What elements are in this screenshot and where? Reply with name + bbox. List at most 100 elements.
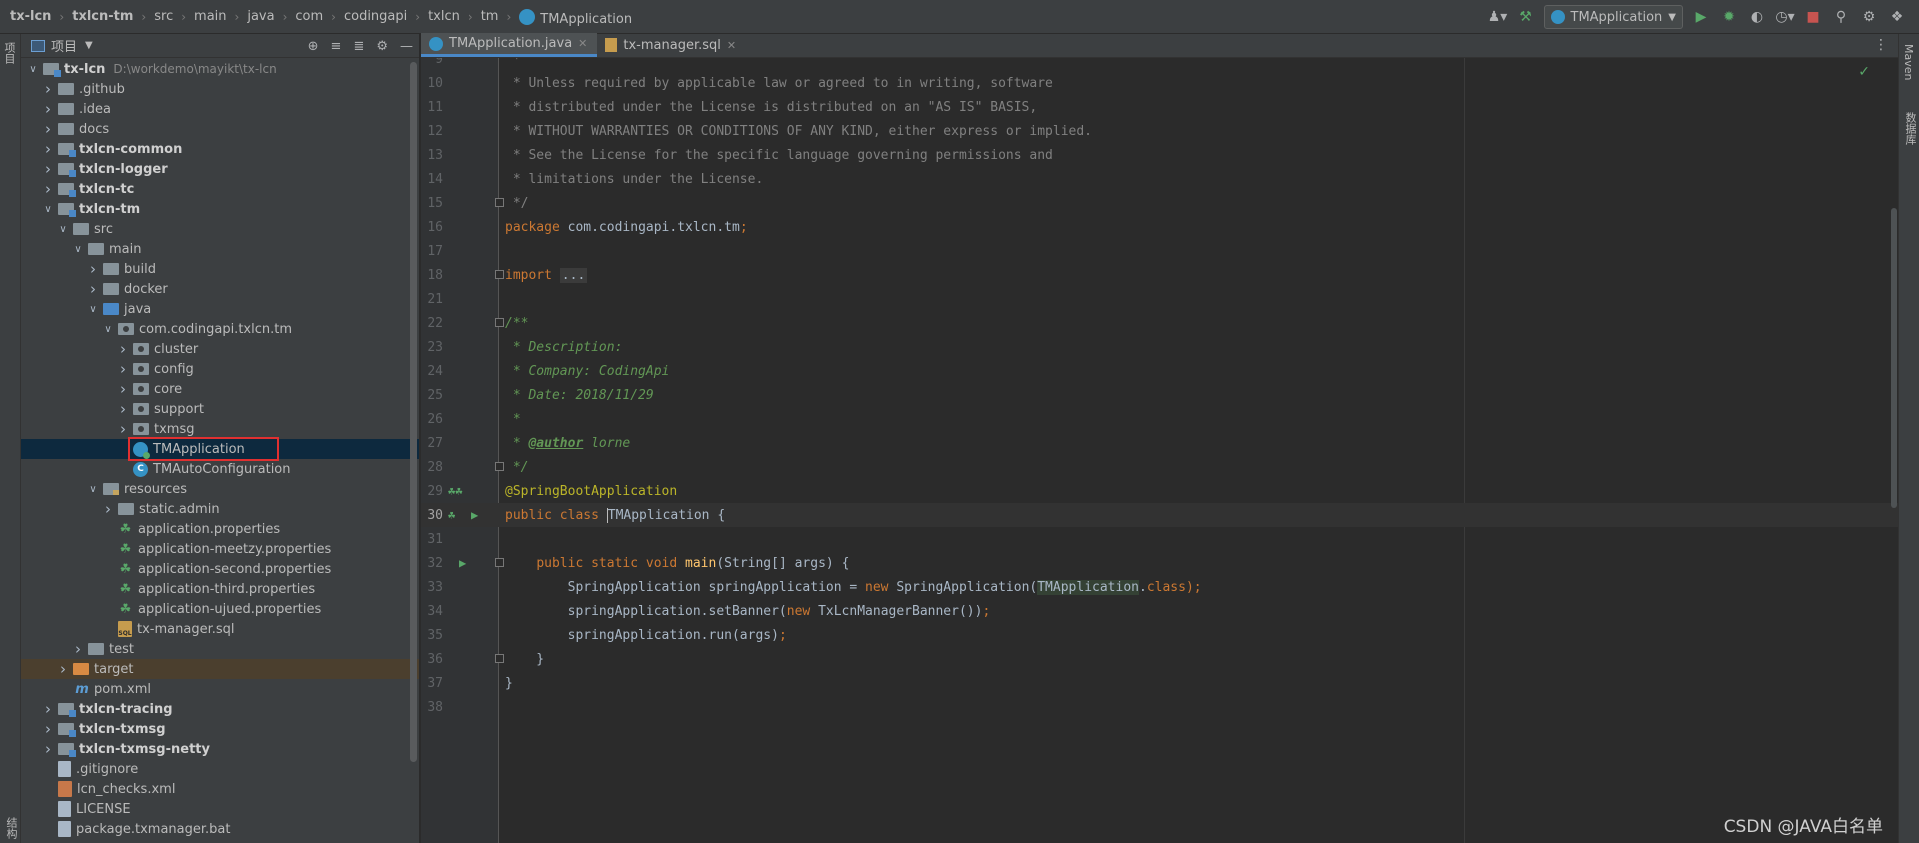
maven-tool-button[interactable]: Maven bbox=[1902, 44, 1915, 80]
structure-tool-button[interactable]: 结构 bbox=[3, 817, 19, 839]
chevron-right-icon[interactable]: › bbox=[117, 420, 129, 438]
editor-tab[interactable]: TMApplication.java ✕ bbox=[421, 33, 598, 57]
tree-item-target[interactable]: › target bbox=[21, 659, 419, 679]
close-icon[interactable]: ✕ bbox=[578, 37, 587, 50]
spring-bean-icon[interactable]: ☘☘ bbox=[448, 484, 462, 498]
chevron-down-icon[interactable]: ∨ bbox=[57, 224, 69, 235]
chevron-right-icon[interactable]: › bbox=[42, 180, 54, 198]
close-icon[interactable]: ✕ bbox=[727, 39, 736, 52]
breadcrumb-item[interactable]: tm bbox=[481, 9, 499, 24]
chevron-down-icon[interactable]: ▼ bbox=[85, 40, 93, 51]
tree-item-tx-lcn[interactable]: ∨ tx-lcn D:\workdemo\mayikt\tx-lcn bbox=[21, 59, 419, 79]
breadcrumb-item[interactable]: txlcn-tm bbox=[72, 9, 133, 24]
stop-icon[interactable]: ■ bbox=[1803, 7, 1823, 27]
chevron-right-icon[interactable]: › bbox=[57, 660, 69, 678]
tree-item-txlcn-tm[interactable]: ∨ txlcn-tm bbox=[21, 199, 419, 219]
tree-item-tx-manager-sql[interactable]: ›SQLtx-manager.sql bbox=[21, 619, 419, 639]
tree-item-test[interactable]: › test bbox=[21, 639, 419, 659]
tree-item-build[interactable]: › build bbox=[21, 259, 419, 279]
search-icon[interactable]: ⚲ bbox=[1831, 7, 1851, 27]
breadcrumb-item[interactable]: src bbox=[154, 9, 173, 24]
tree-item-txlcn-txmsg[interactable]: › txlcn-txmsg bbox=[21, 719, 419, 739]
chevron-right-icon[interactable]: › bbox=[72, 640, 84, 658]
hide-panel-icon[interactable]: — bbox=[400, 39, 413, 54]
tree-item-txmsg[interactable]: › txmsg bbox=[21, 419, 419, 439]
tree-item--github[interactable]: › .github bbox=[21, 79, 419, 99]
fold-marker-icon[interactable] bbox=[495, 654, 504, 663]
chevron-right-icon[interactable]: › bbox=[87, 260, 99, 278]
chevron-right-icon[interactable]: › bbox=[117, 360, 129, 378]
fold-marker-icon[interactable] bbox=[495, 198, 504, 207]
tree-item-core[interactable]: › core bbox=[21, 379, 419, 399]
settings-gear-icon[interactable]: ⚙ bbox=[1859, 7, 1879, 27]
chevron-right-icon[interactable]: › bbox=[117, 340, 129, 358]
run-icon[interactable]: ▶ bbox=[1691, 7, 1711, 27]
tree-item-package-txmanager-bat[interactable]: ›package.txmanager.bat bbox=[21, 819, 419, 839]
tree-item-cluster[interactable]: › cluster bbox=[21, 339, 419, 359]
project-view-title[interactable]: 项目 bbox=[51, 36, 77, 55]
chevron-down-icon[interactable]: ∨ bbox=[102, 324, 114, 335]
breadcrumb-item[interactable]: main bbox=[194, 9, 226, 24]
tree-item-com-codingapi-txlcn-tm[interactable]: ∨ com.codingapi.txlcn.tm bbox=[21, 319, 419, 339]
tree-item-txlcn-tracing[interactable]: › txlcn-tracing bbox=[21, 699, 419, 719]
tree-item-tmautoconfiguration[interactable]: ›CTMAutoConfiguration bbox=[21, 459, 419, 479]
tree-item-txlcn-txmsg-netty[interactable]: › txlcn-txmsg-netty bbox=[21, 739, 419, 759]
chevron-right-icon[interactable]: › bbox=[42, 720, 54, 738]
tree-item-application-ujued-properties[interactable]: ›☘application-ujued.properties bbox=[21, 599, 419, 619]
chevron-right-icon[interactable]: › bbox=[87, 280, 99, 298]
collapse-all-icon[interactable]: ≣ bbox=[353, 39, 364, 54]
editor-tab[interactable]: tx-manager.sql ✕ bbox=[597, 33, 746, 57]
tree-item-pom-xml[interactable]: ›mpom.xml bbox=[21, 679, 419, 699]
tree-item-main[interactable]: ∨ main bbox=[21, 239, 419, 259]
ide-features-icon[interactable]: ❖ bbox=[1887, 7, 1907, 27]
chevron-right-icon[interactable]: › bbox=[117, 380, 129, 398]
expand-all-icon[interactable]: ≡ bbox=[331, 39, 342, 54]
tree-item-license[interactable]: ›LICENSE bbox=[21, 799, 419, 819]
tree-item--idea[interactable]: › .idea bbox=[21, 99, 419, 119]
chevron-right-icon[interactable]: › bbox=[42, 120, 54, 138]
panel-settings-gear-icon[interactable]: ⚙ bbox=[376, 39, 388, 54]
tree-item-src[interactable]: ∨ src bbox=[21, 219, 419, 239]
chevron-right-icon[interactable]: › bbox=[42, 140, 54, 158]
user-icon[interactable]: ♟▾ bbox=[1488, 7, 1508, 27]
tree-item-tmapplication[interactable]: ›TMApplication bbox=[21, 439, 419, 459]
editor-scrollbar[interactable] bbox=[1890, 58, 1898, 843]
editor-scrollbar-thumb[interactable] bbox=[1891, 208, 1897, 508]
tree-item-txlcn-common[interactable]: › txlcn-common bbox=[21, 139, 419, 159]
tree-item-docs[interactable]: › docs bbox=[21, 119, 419, 139]
tree-item-lcn-checks-xml[interactable]: ›lcn_checks.xml bbox=[21, 779, 419, 799]
chevron-down-icon[interactable]: ∨ bbox=[42, 204, 54, 215]
breadcrumb-item[interactable]: codingapi bbox=[344, 9, 407, 24]
fold-marker-icon[interactable] bbox=[495, 462, 504, 471]
tree-item-static-admin[interactable]: › static.admin bbox=[21, 499, 419, 519]
tree-item-application-properties[interactable]: ›☘application.properties bbox=[21, 519, 419, 539]
build-hammer-icon[interactable]: ⚒ bbox=[1516, 7, 1536, 27]
database-tool-button[interactable]: 数据库 bbox=[1902, 112, 1918, 145]
chevron-down-icon[interactable]: ∨ bbox=[87, 304, 99, 315]
project-tree-scrollbar[interactable] bbox=[410, 62, 417, 762]
tree-item-resources[interactable]: ∨ resources bbox=[21, 479, 419, 499]
chevron-right-icon[interactable]: › bbox=[42, 740, 54, 758]
chevron-right-icon[interactable]: › bbox=[42, 80, 54, 98]
coverage-icon[interactable]: ◐ bbox=[1747, 7, 1767, 27]
project-tool-button[interactable]: 项目 bbox=[3, 42, 17, 64]
chevron-right-icon[interactable]: › bbox=[42, 100, 54, 118]
run-configuration-select[interactable]: TMApplication ▼ bbox=[1543, 5, 1683, 29]
tree-item-application-meetzy-properties[interactable]: ›☘application-meetzy.properties bbox=[21, 539, 419, 559]
spring-bean-icon[interactable]: ☘ bbox=[448, 508, 455, 522]
tree-item-txlcn-tc[interactable]: › txlcn-tc bbox=[21, 179, 419, 199]
run-gutter-icon[interactable]: ▶ bbox=[459, 556, 466, 570]
breadcrumb-item[interactable]: java bbox=[247, 9, 274, 24]
fold-marker-icon[interactable] bbox=[495, 558, 504, 567]
tree-item--gitignore[interactable]: ›.gitignore bbox=[21, 759, 419, 779]
chevron-right-icon[interactable]: › bbox=[42, 160, 54, 178]
breadcrumb-item[interactable]: txlcn bbox=[428, 9, 460, 24]
tree-item-java[interactable]: ∨ java bbox=[21, 299, 419, 319]
run-gutter-icon[interactable]: ▶ bbox=[471, 508, 478, 522]
profile-icon[interactable]: ◷▾ bbox=[1775, 7, 1795, 27]
tree-item-txlcn-logger[interactable]: › txlcn-logger bbox=[21, 159, 419, 179]
chevron-down-icon[interactable]: ∨ bbox=[72, 244, 84, 255]
tree-item-application-third-properties[interactable]: ›☘application-third.properties bbox=[21, 579, 419, 599]
tree-item-application-second-properties[interactable]: ›☘application-second.properties bbox=[21, 559, 419, 579]
chevron-down-icon[interactable]: ∨ bbox=[87, 484, 99, 495]
